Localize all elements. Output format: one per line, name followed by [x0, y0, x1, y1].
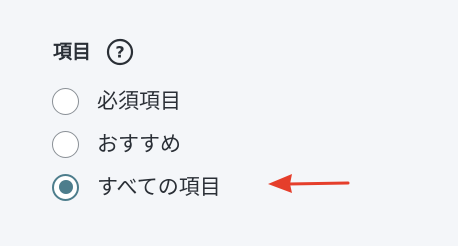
radio-option-all[interactable]: すべての項目	[52, 172, 221, 202]
annotation-arrow-icon	[268, 174, 350, 193]
radio-label-recommended[interactable]: おすすめ	[97, 129, 181, 159]
radio-button-recommended[interactable]	[52, 130, 79, 158]
radio-button-required[interactable]	[52, 87, 79, 115]
radio-option-recommended[interactable]: おすすめ	[52, 129, 221, 159]
help-icon-glyph: ?	[115, 43, 124, 62]
help-icon[interactable]: ?	[106, 38, 134, 66]
radio-label-all[interactable]: すべての項目	[97, 172, 221, 202]
radio-option-required[interactable]: 必須項目	[52, 86, 221, 116]
field-heading: 項目 ?	[53, 38, 134, 66]
radio-selected-dot	[58, 180, 73, 194]
radio-group: 必須項目 おすすめ すべての項目	[52, 86, 221, 215]
field-label: 項目	[53, 41, 92, 63]
radio-label-required[interactable]: 必須項目	[97, 86, 181, 116]
radio-button-all[interactable]	[52, 173, 79, 201]
